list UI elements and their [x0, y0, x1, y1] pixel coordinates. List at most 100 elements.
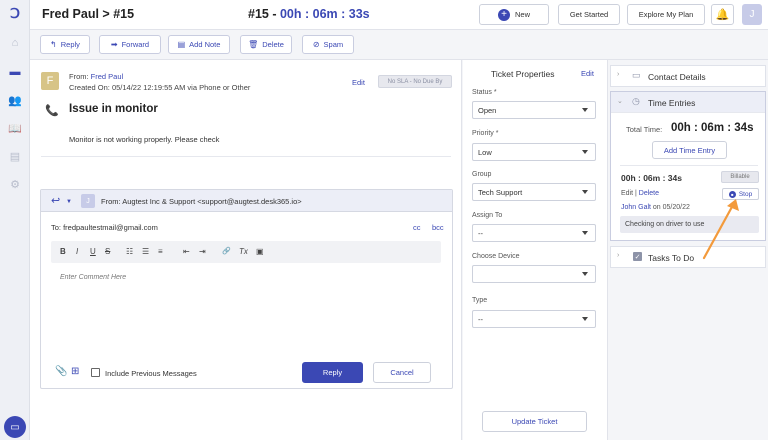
contact-details-header[interactable]: › ▭ Contact Details: [611, 66, 765, 86]
top-bar: Fred Paul > #15 #15 - 00h : 06m : 33s + N…: [30, 0, 768, 30]
group-value: Tech Support: [478, 187, 523, 197]
chevron-down-icon[interactable]: ▼: [66, 199, 72, 205]
total-time-value: 00h : 06m : 34s: [671, 122, 754, 134]
sender-name-link[interactable]: Fred Paul: [91, 72, 124, 81]
add-note-button[interactable]: ▤ Add Note: [168, 35, 230, 54]
composer-from[interactable]: From: Augtest Inc & Support <support@aug…: [101, 197, 302, 206]
strikethrough-icon[interactable]: S: [105, 247, 110, 256]
divider: [620, 165, 758, 166]
new-button[interactable]: + New: [479, 4, 549, 25]
status-select[interactable]: Open: [472, 101, 596, 119]
entry-delete-link[interactable]: Delete: [639, 190, 659, 197]
created-on: Created On: 05/14/22 12:19:55 AM via Pho…: [69, 83, 251, 92]
bcc-link[interactable]: bcc: [432, 223, 444, 232]
chevron-down-icon: [582, 317, 588, 321]
include-previous-label: Include Previous Messages: [105, 369, 197, 378]
desk365-logo-icon[interactable]: Ↄ: [7, 5, 23, 21]
group-label: Group: [472, 171, 492, 178]
contact-details-card[interactable]: › ▭ Contact Details: [610, 65, 766, 87]
contacts-icon[interactable]: 👥: [7, 93, 23, 107]
forward-button[interactable]: ➡ Forward: [99, 35, 161, 54]
assign-to-value: --: [478, 228, 483, 238]
total-time-label: Total Time:: [626, 125, 663, 134]
spam-icon: ⊘: [312, 40, 320, 49]
group-select[interactable]: Tech Support: [472, 183, 596, 201]
trash-icon: 🗑: [248, 40, 259, 49]
image-icon[interactable]: ▣: [256, 247, 264, 256]
assign-to-label: Assign To: [472, 212, 503, 219]
ticket-properties-title: Ticket Properties: [491, 69, 555, 79]
user-avatar[interactable]: J: [742, 4, 762, 25]
message-body: Monitor is not working properly. Please …: [69, 135, 220, 144]
priority-select[interactable]: Low: [472, 143, 596, 161]
properties-edit-link[interactable]: Edit: [581, 69, 594, 78]
composer-to[interactable]: To: fredpaultestmail@gmail.com: [51, 223, 158, 232]
side-panel: › ▭ Contact Details ⌄ ◷ Time Entries Tot…: [608, 60, 768, 440]
knowledge-base-icon[interactable]: 📖: [7, 121, 23, 135]
reply-button[interactable]: ↰ Reply: [40, 35, 90, 54]
plus-icon: +: [497, 8, 510, 21]
tasks-to-do-header[interactable]: › ✓ Tasks To Do: [611, 247, 765, 267]
stop-icon: ■: [728, 190, 736, 198]
entry-user-line: John Galt on 05/20/22: [621, 204, 690, 211]
chevron-down-icon: ⌄: [617, 98, 623, 105]
ticket-action-bar: ↰ Reply ➡ Forward ▤ Add Note 🗑 Delete ⊘ Spam: [30, 30, 768, 60]
reply-icon: ↰: [50, 40, 57, 49]
add-time-entry-button[interactable]: Add Time Entry: [652, 141, 727, 159]
ordered-list-icon[interactable]: ☷: [126, 247, 133, 256]
from-prefix: From:: [69, 72, 91, 81]
attachment-icon[interactable]: 📎: [55, 366, 67, 377]
comment-input[interactable]: Enter Comment Here: [60, 274, 126, 281]
priority-label: Priority *: [472, 130, 498, 137]
tasks-to-do-card[interactable]: › ✓ Tasks To Do: [610, 246, 766, 268]
home-icon[interactable]: ⌂: [7, 36, 23, 50]
bullet-list-icon[interactable]: ☰: [142, 247, 149, 256]
link-icon[interactable]: 🔗: [222, 247, 231, 255]
get-started-button[interactable]: Get Started: [558, 4, 620, 25]
time-entries-header[interactable]: ⌄ ◷ Time Entries: [611, 92, 765, 112]
bold-icon[interactable]: B: [60, 247, 66, 256]
entry-date: on 05/20/22: [650, 204, 690, 211]
entry-duration: 00h : 06m : 34s: [621, 173, 682, 183]
send-reply-button[interactable]: Reply: [302, 362, 363, 383]
italic-icon[interactable]: I: [76, 247, 78, 256]
chat-icon[interactable]: ▭: [4, 416, 26, 438]
ticket-properties-panel: Ticket Properties Edit Status * Open Pri…: [463, 60, 608, 440]
update-ticket-button[interactable]: Update Ticket: [482, 411, 587, 432]
entry-user-link[interactable]: John Galt: [621, 204, 651, 211]
ticket-icon[interactable]: ▬: [7, 65, 23, 79]
edit-message-link[interactable]: Edit: [352, 78, 365, 87]
message-from: From: Fred Paul: [69, 72, 123, 81]
billable-badge: Billable: [721, 171, 759, 183]
explore-my-plan-button[interactable]: Explore My Plan: [627, 4, 705, 25]
choose-device-select[interactable]: [472, 265, 596, 283]
entry-edit-delete: Edit | Delete: [621, 190, 659, 197]
new-label: New: [514, 10, 530, 19]
stop-label: Stop: [738, 190, 753, 198]
left-nav-rail: Ↄ ⌂ ▬ 👥 📖 ▤ ⚙ ▭: [0, 0, 30, 440]
include-previous-checkbox[interactable]: [91, 368, 100, 377]
sla-badge: No SLA - No Due By: [378, 75, 452, 88]
clear-format-icon[interactable]: Tx: [239, 247, 248, 256]
underline-icon[interactable]: U: [90, 247, 96, 256]
delete-button[interactable]: 🗑 Delete: [240, 35, 292, 54]
entry-edit-link[interactable]: Edit: [621, 190, 633, 197]
insert-article-icon[interactable]: ⊞: [71, 366, 79, 377]
chevron-down-icon: [582, 190, 588, 194]
outdent-icon[interactable]: ⇤: [183, 247, 190, 256]
assign-to-select[interactable]: --: [472, 224, 596, 242]
cc-link[interactable]: cc: [413, 223, 421, 232]
ticket-conversation-pane: F From: Fred Paul Created On: 05/14/22 1…: [30, 60, 462, 440]
ticket-timer: 00h : 06m : 33s: [279, 7, 370, 21]
indent-icon[interactable]: ⇥: [199, 247, 206, 256]
reports-icon[interactable]: ▤: [7, 149, 23, 163]
settings-icon[interactable]: ⚙: [7, 177, 23, 191]
cancel-button[interactable]: Cancel: [373, 362, 431, 383]
time-entries-card: ⌄ ◷ Time Entries Total Time: 00h : 06m :…: [610, 91, 766, 241]
notifications-bell-icon[interactable]: 🔔: [711, 4, 734, 25]
spam-button[interactable]: ⊘ Spam: [302, 35, 354, 54]
type-select[interactable]: --: [472, 310, 596, 328]
reply-arrow-icon[interactable]: ↩: [51, 194, 60, 207]
stop-timer-button[interactable]: ■ Stop: [722, 188, 759, 200]
align-icon[interactable]: ≡: [158, 247, 163, 256]
